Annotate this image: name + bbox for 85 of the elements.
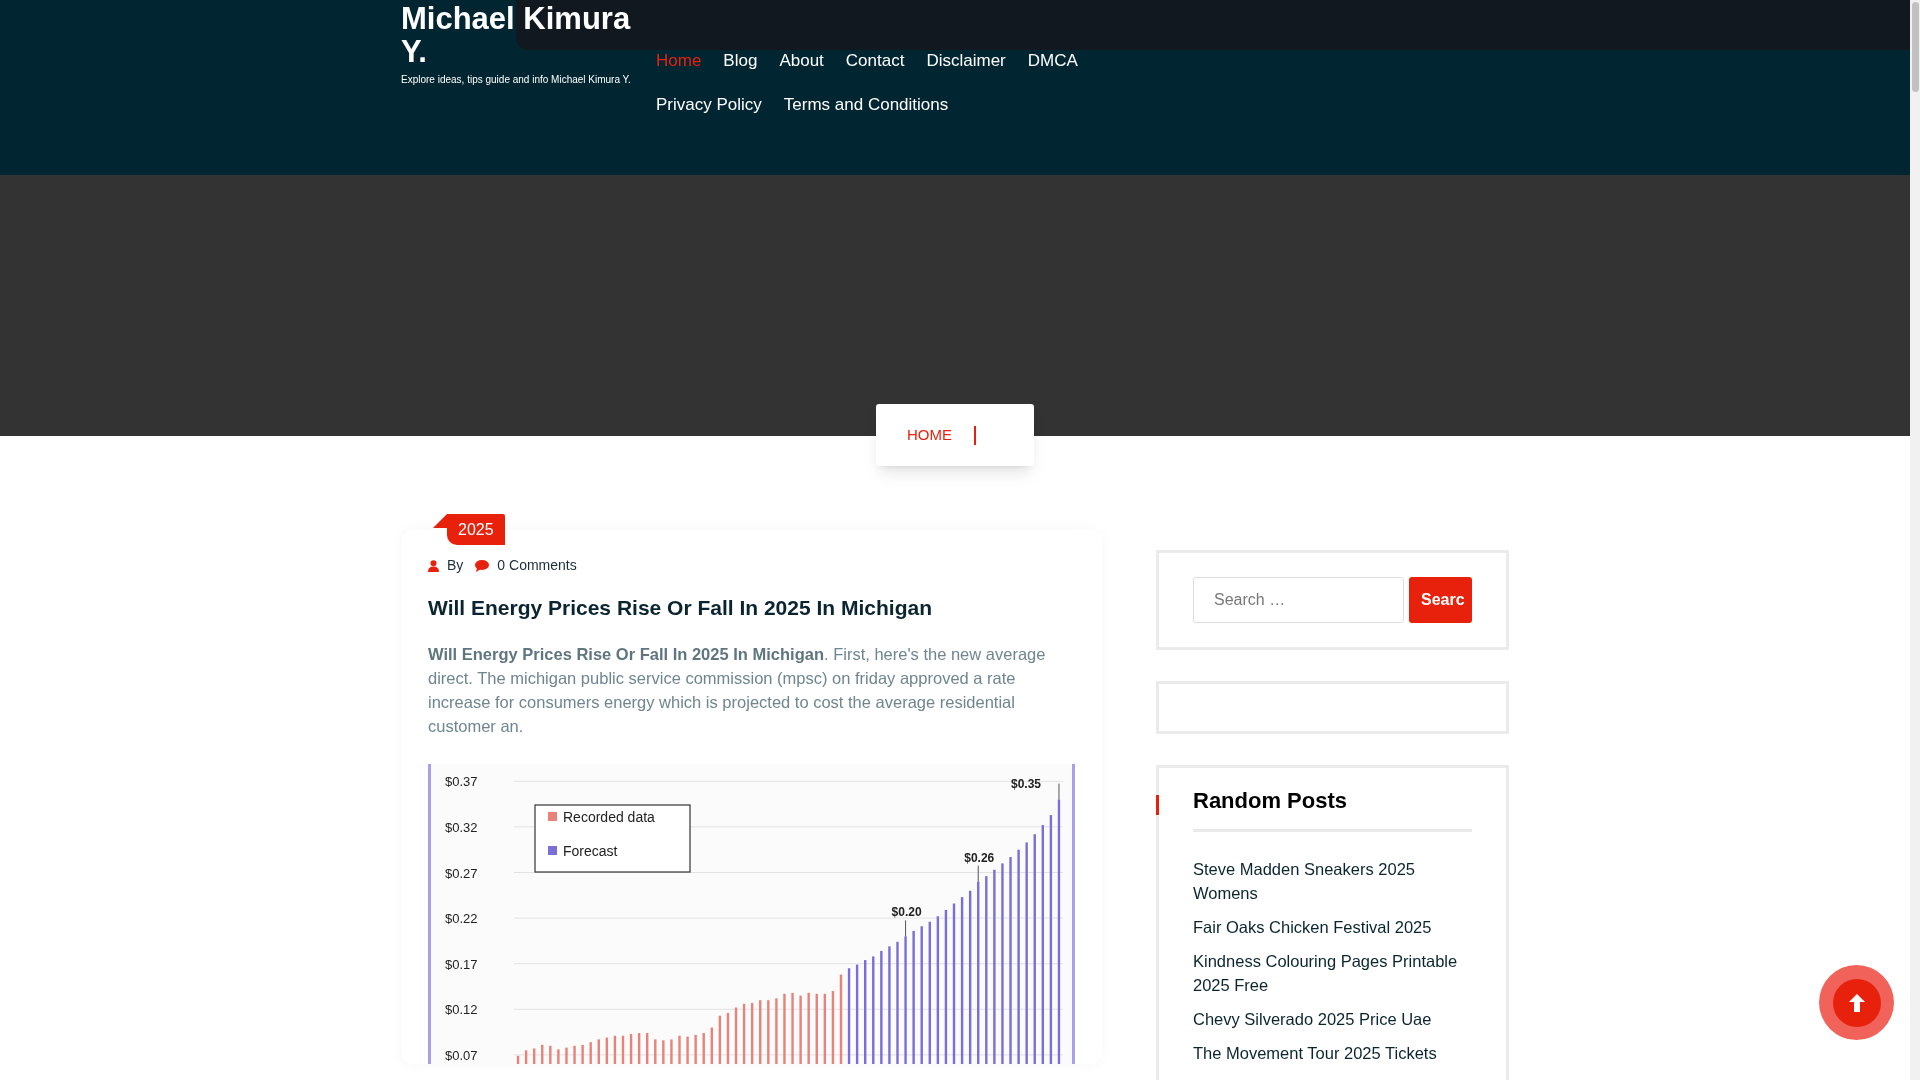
axis-label: $0.22 [445,911,478,927]
axis-label: $0.12 [445,1002,478,1018]
bar [589,1042,592,1064]
bar [710,1027,713,1064]
author-label: By [447,556,464,575]
legend-swatch [548,812,557,821]
bar [549,1045,552,1064]
data-label: $0.26 [964,850,995,865]
data-label: $0.20 [891,905,922,920]
bar [597,1039,600,1064]
bar [759,1000,762,1064]
axis-label: $0.32 [445,819,478,835]
bar [670,1039,673,1064]
bar [791,992,794,1064]
bar [694,1034,697,1064]
post-title[interactable]: Will Energy Prices Rise Or Fall In 2025 In Michigan [428,594,1075,622]
post-link[interactable]: Steve Madden Sneakers 2025 Womens [1193,857,1472,905]
bar [637,1033,641,1064]
bar [533,1048,536,1064]
bar [541,1044,544,1064]
bar [605,1037,609,1064]
comment-icon [475,559,490,572]
post-link[interactable]: Chevy Silverado 2025 Price Uae [1193,1007,1472,1031]
axis-label: $0.07 [445,1047,478,1063]
bar [565,1047,568,1064]
axis-label: $0.27 [445,865,478,881]
data-label: $0.35 [1010,776,1041,791]
bar [573,1045,576,1064]
nav-link[interactable]: Privacy Policy [656,95,762,115]
post-link[interactable]: Kindness Colouring Pages Printable 2025 Free [1193,949,1472,997]
arrow-up-icon [1848,993,1865,1012]
breadcrumb-separator [974,425,976,445]
search-field[interactable]: Search … [1193,577,1404,623]
legend-swatch [548,846,557,855]
bar [702,1033,705,1064]
bar [557,1049,560,1064]
site-tagline: Explore ideas, tips guide and info Michael Kimura Y. [401,74,632,86]
axis-label: $0.17 [445,956,478,972]
bar [581,1044,584,1064]
bar [621,1035,625,1064]
breadcrumb-link[interactable]: HOME [907,423,952,447]
bar [516,1055,520,1064]
comments-link[interactable]: 0 Comments [497,555,577,576]
submit-button[interactable]: Searc [1409,577,1472,623]
bar [726,1012,730,1064]
bar [742,1003,746,1064]
bar [646,1033,649,1064]
bar [662,1040,665,1064]
bar [613,1035,617,1064]
bar [654,1039,657,1064]
nav-link[interactable]: Blog [723,51,758,71]
bar [686,1036,689,1064]
site-title[interactable]: Michael Kimura Y. [401,2,646,68]
heading-marker [1156,795,1159,815]
legend-label: Forecast [563,843,618,859]
nav-link[interactable]: DMCA [1027,51,1078,71]
bar [734,1007,738,1064]
leader-line [1058,783,1060,801]
post-link[interactable]: Fair Oaks Chicken Festival 2025 [1193,915,1472,939]
leader-line [905,919,907,937]
legend-label: Recorded data [563,809,655,825]
bar [750,1002,754,1064]
widget-title: Random Posts [1193,785,1472,832]
nav-link[interactable]: Disclaimer [926,51,1006,71]
bar [815,993,818,1064]
bar [783,993,786,1064]
bar [767,1000,770,1064]
post-excerpt: Will Energy Prices Rise Or Fall In 2025 In Michigan. First, here's the new average direct. The michigan public service commission (mpsc) on friday approved a rate increase for consumers energy which is projected to cost the average residential customer an. [428,644,1047,737]
leader-line [977,865,979,883]
bar [807,992,810,1064]
post-link[interactable]: The Movement Tour 2025 Tickets [1193,1041,1472,1065]
category-tag[interactable]: 2025 [447,514,505,545]
nav-link[interactable]: Contact [845,51,905,71]
nav-link[interactable]: Terms and Conditions [783,95,949,115]
nav-link[interactable]: Home [656,51,702,71]
bar [524,1050,528,1064]
bar [823,993,827,1064]
bar [799,995,802,1064]
bar [775,998,778,1064]
bar [678,1035,681,1064]
axis-label: $0.37 [445,774,478,790]
user-icon [428,559,439,572]
nav-link[interactable]: About [779,51,824,71]
bar [718,1015,722,1064]
bar [629,1033,633,1064]
